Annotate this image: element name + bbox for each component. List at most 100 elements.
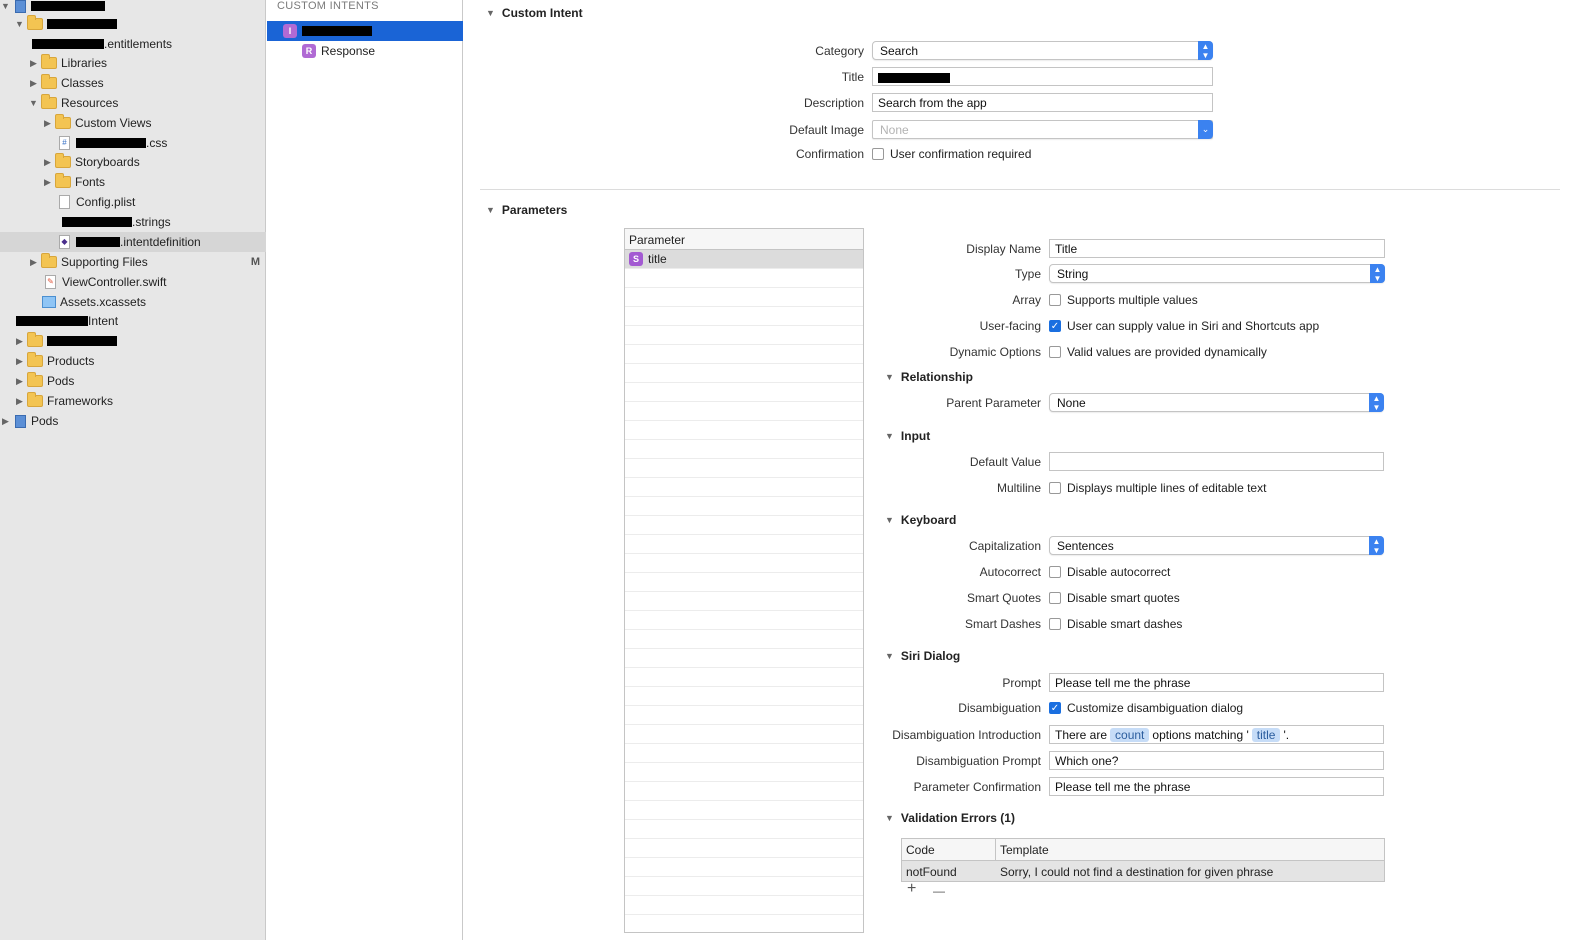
nav-item-libraries[interactable]: ▶ Libraries [0,53,266,73]
type-label: Type [1014,267,1041,281]
relationship-section[interactable]: ▼ Relationship [885,370,973,384]
nav-item-intentdefinition[interactable]: ◆ .intentdefinition [0,232,266,252]
nav-item-classes[interactable]: ▶ Classes [0,73,266,93]
parameter-confirmation-field[interactable]: Please tell me the phrase [1049,777,1384,796]
validation-errors-section[interactable]: ▼ Validation Errors (1) [885,811,1015,825]
checkbox-checked-icon[interactable]: ✓ [1049,702,1061,714]
disclosure-closed-icon[interactable]: ▶ [28,78,39,89]
nav-item-fonts[interactable]: ▶ Fonts [0,172,266,192]
disclosure-open-icon[interactable]: ▼ [885,813,894,823]
smart-quotes-checkbox[interactable]: Disable smart quotes [1049,591,1180,605]
nav-item-entitlements[interactable]: .entitlements [0,34,266,54]
nav-item-group[interactable]: ▼ [0,14,266,34]
title-token[interactable]: title [1251,728,1281,742]
display-name-field[interactable]: Title [1049,239,1385,258]
parameter-row[interactable]: S title [625,250,863,269]
response-item[interactable]: R Response [267,41,463,61]
checkbox-unchecked-icon[interactable] [1049,592,1061,604]
category-popup[interactable]: Search ▲ ▼ [872,41,1213,60]
template-column-header[interactable]: Template [996,839,1384,860]
user-facing-checkbox[interactable]: ✓ User can supply value in Siri and Shor… [1049,319,1319,333]
disclosure-open-icon[interactable]: ▼ [885,431,894,441]
disclosure-closed-icon[interactable]: ▶ [28,58,39,69]
default-image-popup[interactable]: None ⌄ [872,120,1213,139]
nav-item-resources[interactable]: ▼ Resources [0,93,266,113]
nav-item-css-file[interactable]: # .css [0,133,266,153]
array-checkbox[interactable]: Supports multiple values [1049,293,1198,307]
input-section[interactable]: ▼ Input [885,429,930,443]
folder-icon [27,392,43,407]
checkbox-unchecked-icon[interactable] [872,148,884,160]
disclosure-open-icon[interactable]: ▼ [0,1,11,11]
code-column-header[interactable]: Code [902,839,996,860]
disclosure-closed-icon[interactable]: ▶ [14,356,25,367]
table-row[interactable]: notFound Sorry, I could not find a desti… [902,861,1384,881]
type-popup[interactable]: String ▲ ▼ [1049,264,1385,283]
title-label: Title [841,70,864,84]
description-field[interactable]: Search from the app [872,93,1213,112]
intent-item[interactable]: I [267,21,463,41]
nav-item-intent-target[interactable]: Intent [0,311,266,331]
custom-intent-section[interactable]: ▼ Custom Intent [486,6,583,20]
disambiguation-prompt-label: Disambiguation Prompt [916,754,1041,768]
confirmation-checkbox[interactable]: User confirmation required [872,147,1031,161]
nav-item-frameworks[interactable]: ▶ Frameworks [0,391,266,411]
title-field[interactable] [872,67,1213,86]
parameters-section[interactable]: ▼ Parameters [486,203,567,217]
nav-item-config-plist[interactable]: Config.plist [0,192,266,212]
checkbox-unchecked-icon[interactable] [1049,618,1061,630]
empty-table-row [625,630,863,649]
smart-dashes-checkbox[interactable]: Disable smart dashes [1049,617,1182,631]
nav-item-strings-file[interactable]: .strings [0,212,266,232]
category-value: Search [880,44,919,58]
nav-item-assets[interactable]: Assets.xcassets [0,292,266,312]
modified-badge: M [250,256,260,268]
checkbox-checked-icon[interactable]: ✓ [1049,320,1061,332]
dynamic-options-checkbox[interactable]: Valid values are provided dynamically [1049,345,1267,359]
disclosure-open-icon[interactable]: ▼ [14,19,25,29]
disambiguation-intro-field[interactable]: There are count options matching ' title '. [1049,725,1384,744]
nav-item-pods-project[interactable]: ▶ Pods [0,411,266,431]
disclosure-closed-icon[interactable]: ▶ [0,416,11,427]
disclosure-closed-icon[interactable]: ▶ [14,376,25,387]
siri-dialog-section[interactable]: ▼ Siri Dialog [885,649,960,663]
disclosure-closed-icon[interactable]: ▶ [14,396,25,407]
disclosure-open-icon[interactable]: ▼ [486,205,495,215]
autocorrect-checkbox[interactable]: Disable autocorrect [1049,565,1170,579]
disambiguation-prompt-field[interactable]: Which one? [1049,751,1384,770]
nav-item-products[interactable]: ▶ Products [0,351,266,371]
checkbox-unchecked-icon[interactable] [1049,566,1061,578]
disclosure-closed-icon[interactable]: ▶ [42,157,53,168]
section-title: Input [900,429,931,443]
nav-item-viewcontroller[interactable]: ✎ ViewController.swift [0,272,266,292]
disclosure-closed-icon[interactable]: ▶ [42,118,53,129]
disclosure-open-icon[interactable]: ▼ [885,515,894,525]
prompt-field[interactable]: Please tell me the phrase [1049,673,1384,692]
nav-item-group-redacted[interactable]: ▶ [0,331,266,351]
nav-item-pods-folder[interactable]: ▶ Pods [0,371,266,391]
checkbox-unchecked-icon[interactable] [1049,346,1061,358]
keyboard-section[interactable]: ▼ Keyboard [885,513,956,527]
default-value-field[interactable] [1049,452,1384,471]
remove-button[interactable]: — [933,884,945,898]
disclosure-open-icon[interactable]: ▼ [28,98,39,108]
checkbox-unchecked-icon[interactable] [1049,294,1061,306]
nav-item-storyboards[interactable]: ▶ Storyboards [0,152,266,172]
nav-item-custom-views[interactable]: ▶ Custom Views [0,113,266,133]
disclosure-closed-icon[interactable]: ▶ [28,257,39,268]
disambiguation-checkbox[interactable]: ✓ Customize disambiguation dialog [1049,701,1243,715]
count-token[interactable]: count [1110,728,1150,742]
nav-item-label: Storyboards [75,155,140,169]
disclosure-open-icon[interactable]: ▼ [486,8,495,18]
parameter-name: title [648,252,667,266]
nav-item-supporting-files[interactable]: ▶ Supporting Files M [0,252,266,272]
disclosure-closed-icon[interactable]: ▶ [42,177,53,188]
disclosure-open-icon[interactable]: ▼ [885,372,894,382]
disclosure-open-icon[interactable]: ▼ [885,651,894,661]
multiline-checkbox[interactable]: Displays multiple lines of editable text [1049,481,1266,495]
parent-parameter-popup[interactable]: None ▲ ▼ [1049,393,1384,412]
checkbox-unchecked-icon[interactable] [1049,482,1061,494]
capitalization-popup[interactable]: Sentences ▲ ▼ [1049,536,1384,555]
add-button[interactable]: + [907,880,916,898]
disclosure-closed-icon[interactable]: ▶ [14,336,25,347]
